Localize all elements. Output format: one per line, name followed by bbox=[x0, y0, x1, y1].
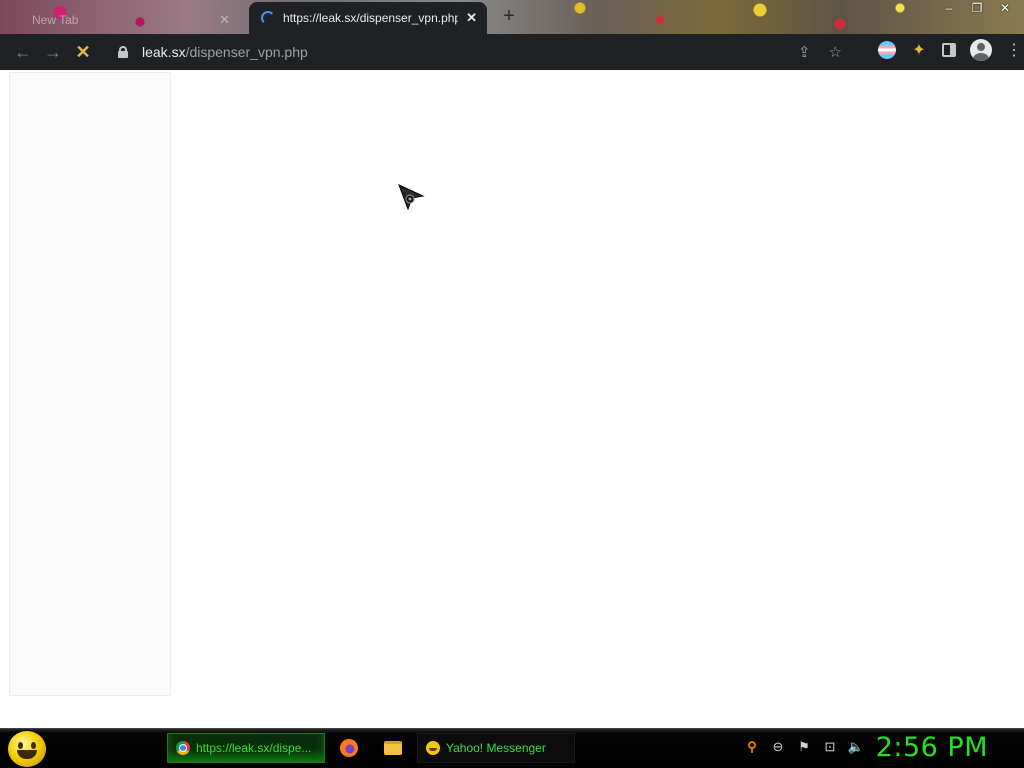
action-center-flag-icon[interactable]: ⚑ bbox=[796, 739, 812, 755]
volume-icon[interactable]: 🔈 bbox=[848, 739, 864, 755]
extension-flag-icon[interactable] bbox=[878, 41, 896, 59]
system-tray: ⚲ ⊖ ⚑ ⊡ 🔈 bbox=[744, 739, 864, 755]
extensions-puzzle-icon[interactable]: ✦ bbox=[910, 40, 928, 60]
restore-button[interactable]: ❐ bbox=[970, 0, 984, 16]
search-icon[interactable]: ⚲ bbox=[744, 739, 760, 755]
back-button[interactable]: ← bbox=[8, 37, 38, 67]
bookmark-star-icon[interactable]: ☆ bbox=[829, 43, 842, 61]
address-bar[interactable]: leak.sx /dispenser_vpn.php ⇪ ☆ bbox=[108, 38, 852, 66]
taskbar-clock[interactable]: 2:56 PM bbox=[876, 732, 988, 763]
side-panel-icon[interactable] bbox=[942, 43, 956, 57]
window-controls: – ❐ ✕ bbox=[942, 0, 1012, 16]
chrome-icon bbox=[176, 741, 190, 755]
tab-close-icon[interactable]: ✕ bbox=[466, 10, 477, 26]
tab-title: https://leak.sx/dispenser_vpn.php bbox=[283, 11, 459, 25]
url-path: /dispenser_vpn.php bbox=[185, 44, 308, 60]
taskbar-item-label: Yahoo! Messenger bbox=[446, 741, 546, 755]
new-tab-button[interactable]: + bbox=[498, 6, 520, 28]
minimize-button[interactable]: – bbox=[942, 0, 956, 16]
tab-active[interactable]: https://leak.sx/dispenser_vpn.php ✕ bbox=[249, 2, 487, 34]
start-button-smiley-icon[interactable] bbox=[8, 731, 46, 767]
network-icon[interactable]: ⊡ bbox=[822, 739, 838, 755]
stop-loading-button[interactable]: ✕ bbox=[68, 37, 98, 67]
mouse-cursor-icon bbox=[398, 184, 425, 211]
firefox-icon[interactable] bbox=[340, 739, 358, 757]
profile-avatar-icon[interactable] bbox=[970, 39, 992, 61]
browser-toolbar: ← → ✕ leak.sx /dispenser_vpn.php ⇪ ☆ ✦ ⋮ bbox=[0, 34, 1024, 70]
loading-spinner-icon bbox=[261, 11, 275, 25]
tab-new-tab[interactable]: New Tab ✕ bbox=[20, 6, 242, 34]
messenger-status-icon[interactable]: ⊖ bbox=[770, 739, 786, 755]
page-sidebar-panel bbox=[9, 72, 171, 696]
menu-kebab-icon[interactable]: ⋮ bbox=[1006, 40, 1022, 60]
lock-icon[interactable] bbox=[118, 46, 128, 58]
taskbar-item-chrome[interactable]: https://leak.sx/dispe... bbox=[167, 733, 325, 763]
folder-icon[interactable] bbox=[384, 741, 402, 755]
share-icon[interactable]: ⇪ bbox=[798, 43, 811, 61]
page-content bbox=[0, 70, 1024, 728]
taskbar-item-yahoo-messenger[interactable]: Yahoo! Messenger bbox=[417, 733, 575, 763]
taskbar-item-label: https://leak.sx/dispe... bbox=[196, 741, 312, 755]
tab-strip: New Tab ✕ https://leak.sx/dispenser_vpn.… bbox=[0, 0, 1024, 34]
tab-close-icon[interactable]: ✕ bbox=[219, 12, 230, 28]
forward-button[interactable]: → bbox=[38, 37, 68, 67]
yahoo-messenger-icon bbox=[426, 741, 440, 755]
tab-title: New Tab bbox=[32, 13, 79, 27]
taskbar: https://leak.sx/dispe... Yahoo! Messenge… bbox=[0, 728, 1024, 768]
url-host: leak.sx bbox=[142, 44, 186, 60]
close-window-button[interactable]: ✕ bbox=[998, 0, 1012, 16]
